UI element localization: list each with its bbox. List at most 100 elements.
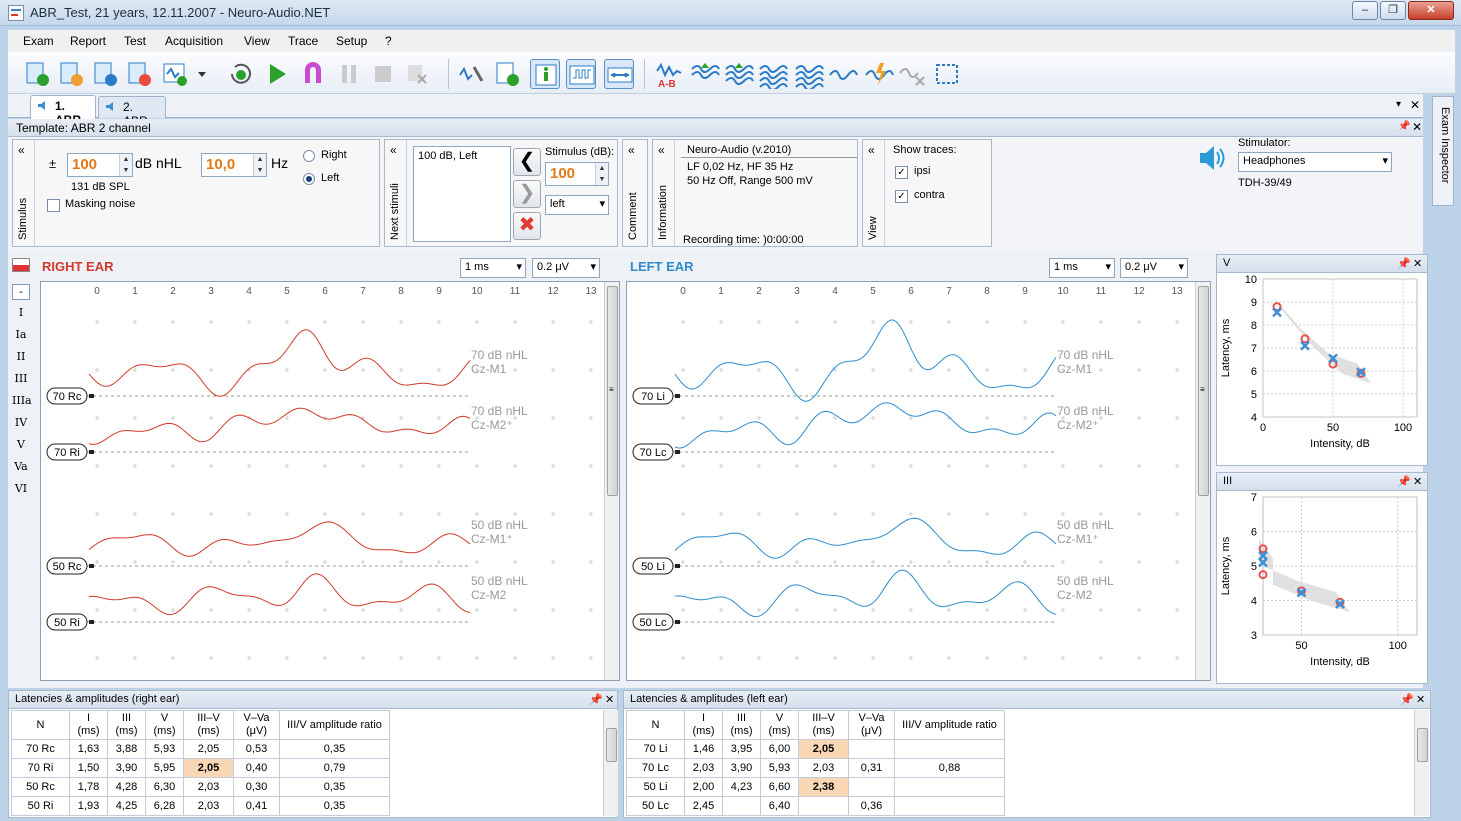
a-minus-b-icon[interactable]: A-B <box>654 59 684 90</box>
menu-setup[interactable]: Setup <box>336 34 367 48</box>
exam-inspector-tab[interactable]: Exam Inspector <box>1432 96 1454 206</box>
column-header[interactable]: V–Va (μV) <box>233 710 280 740</box>
export-icon[interactable] <box>124 59 154 89</box>
close-icon[interactable]: ✕ <box>1413 257 1422 270</box>
waveform-trace[interactable] <box>88 573 471 616</box>
add-wave-icon[interactable] <box>690 59 720 89</box>
menu-trace[interactable]: Trace <box>288 34 318 48</box>
sum-wave-icon[interactable] <box>724 59 754 89</box>
close-icon[interactable]: ✕ <box>1416 693 1425 706</box>
select-rect-icon[interactable] <box>932 59 962 89</box>
waveform-trace[interactable] <box>674 517 1057 559</box>
marker-button-va[interactable]: Va <box>12 460 30 476</box>
right-ear-plot[interactable]: 0 1 2 3 4 5 6 7 8 9 10 11 12 13 70 Rc 70 dB nHL Cz-M1 70 … <box>40 281 620 681</box>
menu-exam[interactable]: Exam <box>23 34 54 48</box>
right-gain-select[interactable]: 0.2 μV <box>532 258 600 278</box>
trace-label-70-lc[interactable]: 70 Lc <box>632 443 674 461</box>
table-row[interactable]: 50 Li 2,00 4,23 6,60 2,38 <box>626 777 1005 797</box>
dropdown-arrow-icon[interactable] <box>196 59 208 89</box>
waveform-trace[interactable] <box>674 319 1057 402</box>
masking-noise-checkbox[interactable] <box>47 199 60 212</box>
marker-button-ii[interactable]: II <box>12 350 30 366</box>
single-wave-icon[interactable] <box>828 59 858 89</box>
inspect-tool-icon[interactable] <box>456 59 486 89</box>
save-exam-icon[interactable] <box>90 59 120 89</box>
wave-stack-icon[interactable] <box>794 59 824 97</box>
marker-button-iv[interactable]: IV <box>12 416 30 432</box>
collapse-icon[interactable]: « <box>390 143 397 157</box>
marker-button-i[interactable]: I <box>12 306 30 322</box>
pin-icon[interactable]: 📌 <box>1398 121 1410 132</box>
table-row[interactable]: 70 Rc 1,63 3,88 5,93 2,05 0,53 0,35 <box>11 739 390 759</box>
stimulus-db-spinner[interactable]: 100 ▲ ▼ <box>545 162 609 186</box>
minimize-button[interactable]: ‒ <box>1352 1 1378 20</box>
list-item[interactable]: 100 dB, Left <box>418 150 506 162</box>
table-row[interactable]: 70 Li 1,46 3,95 6,00 2,05 <box>626 739 1005 759</box>
marker-button-iii[interactable]: III <box>12 372 30 388</box>
trace-label-70-li[interactable]: 70 Li <box>632 387 674 405</box>
table-scrollbar[interactable] <box>603 710 618 816</box>
column-header[interactable]: III–V (ms) <box>798 710 849 740</box>
tab-1-abr[interactable]: 1. ABR <box>30 95 96 127</box>
trace-label-50-li[interactable]: 50 Li <box>632 557 674 575</box>
pin-icon[interactable]: 📌 <box>1397 475 1411 488</box>
pin-icon[interactable]: 📌 <box>1397 257 1411 270</box>
waveform-panel-icon[interactable] <box>566 59 596 89</box>
open-exam-icon[interactable] <box>56 59 86 89</box>
pin-icon[interactable]: 📌 <box>589 693 603 706</box>
link-icon[interactable] <box>604 59 634 89</box>
clear-icon[interactable] <box>402 59 432 89</box>
marker-color-icon[interactable] <box>12 258 30 272</box>
column-header[interactable]: I (ms) <box>684 710 723 740</box>
column-header[interactable]: III (ms) <box>722 710 761 740</box>
marker-button-none[interactable]: - <box>12 284 30 300</box>
menu-help[interactable]: ? <box>385 34 392 48</box>
menu-test[interactable]: Test <box>124 34 146 48</box>
menu-view[interactable]: View <box>244 34 270 48</box>
column-header[interactable]: N <box>11 710 70 740</box>
tab-2-abr[interactable]: 2. ABR <box>98 96 166 128</box>
right-ear-radio[interactable] <box>303 150 315 162</box>
stimulator-select[interactable]: Headphones <box>1238 152 1392 172</box>
add-test-icon[interactable] <box>160 59 190 89</box>
table-row[interactable]: 70 Ri 1,50 3,90 5,95 2,05 0,40 0,79 <box>11 758 390 778</box>
trace-label-50-lc[interactable]: 50 Lc <box>632 613 674 631</box>
record-icon[interactable] <box>226 59 256 89</box>
right-timebase-select[interactable]: 1 ms <box>460 258 526 278</box>
column-header[interactable]: III (ms) <box>107 710 146 740</box>
new-exam-icon[interactable] <box>22 59 52 89</box>
waveform-trace[interactable] <box>88 329 471 397</box>
ipsi-checkbox[interactable]: ✓ <box>895 166 908 179</box>
collapse-icon[interactable]: « <box>658 143 665 157</box>
waveform-trace[interactable] <box>674 402 1057 449</box>
play-icon[interactable] <box>262 59 292 89</box>
collapse-icon[interactable]: « <box>18 143 25 157</box>
column-header[interactable]: N <box>626 710 685 740</box>
stop-icon[interactable] <box>368 59 398 89</box>
delete-stimulus-button[interactable]: ✖ <box>513 212 541 240</box>
left-gain-select[interactable]: 0.2 μV <box>1120 258 1188 278</box>
close-icon[interactable]: ✕ <box>605 693 614 706</box>
left-ear-plot[interactable]: 0 1 2 3 4 5 6 7 8 9 10 11 12 13 70 Li 70 dB nHL Cz-M1 70 … <box>626 281 1211 681</box>
trace-label-50-rc[interactable]: 50 Rc <box>46 557 88 575</box>
multi-wave-icon[interactable] <box>758 59 788 91</box>
trace-label-70-ri[interactable]: 70 Ri <box>46 443 88 461</box>
restore-button[interactable]: ❐ <box>1380 1 1406 20</box>
magnet-icon[interactable] <box>298 59 328 89</box>
marker-button-vi[interactable]: VI <box>12 482 30 498</box>
left-timebase-select[interactable]: 1 ms <box>1049 258 1115 278</box>
column-header[interactable]: V (ms) <box>760 710 799 740</box>
close-window-button[interactable]: ✕ <box>1408 1 1454 20</box>
tab-dropdown-icon[interactable]: ▾ <box>1396 99 1401 110</box>
rate-spinner[interactable]: 10,0 ▲ ▼ <box>201 153 267 177</box>
table-scrollbar[interactable] <box>1414 710 1429 816</box>
table-row[interactable]: 50 Ri 1,93 4,25 6,28 2,03 0,41 0,35 <box>11 796 390 816</box>
column-header[interactable]: III/V amplitude ratio <box>894 710 1005 740</box>
collapse-icon[interactable]: « <box>868 143 875 157</box>
menu-report[interactable]: Report <box>70 34 106 48</box>
trace-label-50-ri[interactable]: 50 Ri <box>46 613 88 631</box>
info-panel-icon[interactable] <box>530 59 560 89</box>
right-plot-scrollbar[interactable]: ≡ <box>604 282 619 680</box>
marker-button-iiia[interactable]: IIIa <box>12 394 32 410</box>
ear-select[interactable]: left <box>545 195 609 215</box>
